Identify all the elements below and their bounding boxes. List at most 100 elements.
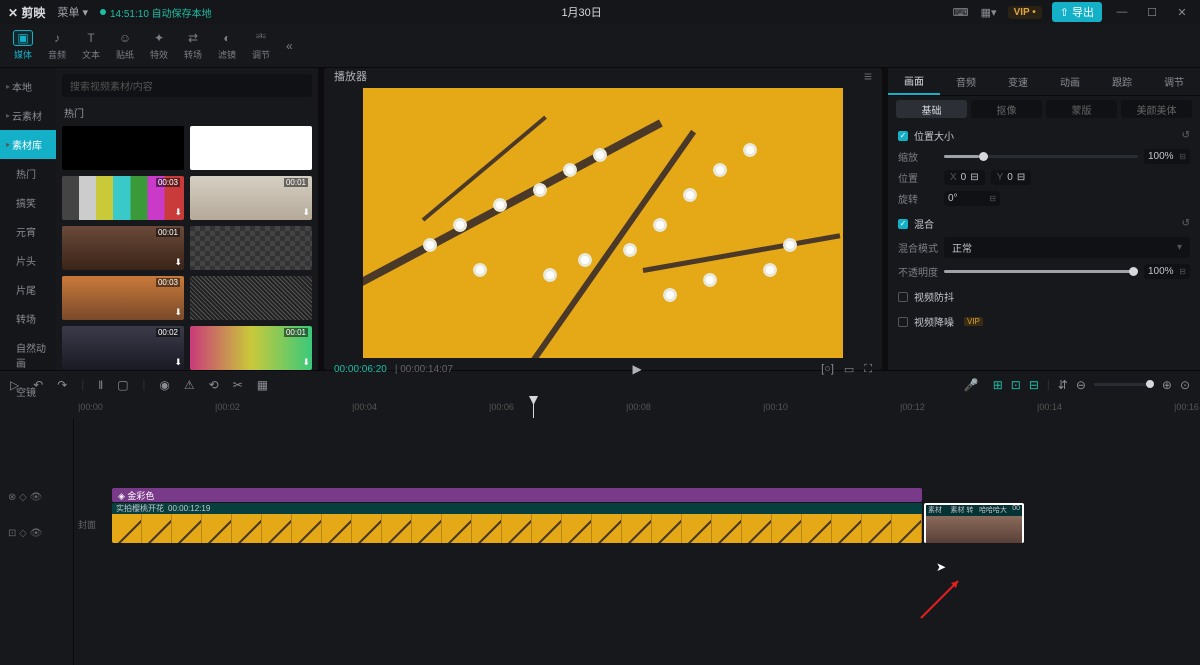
media-thumb-5[interactable] <box>190 226 312 270</box>
scale-slider[interactable] <box>944 155 1138 158</box>
ruler-mark: |00:16 <box>1174 402 1199 412</box>
video-clip-main[interactable]: 实拍樱桃开花00:00:12:19 <box>112 503 922 543</box>
export-button[interactable]: ⇧ 导出 <box>1052 2 1102 22</box>
top-tab-0[interactable]: ▣媒体 <box>6 26 40 65</box>
media-thumb-2[interactable]: 00:03⬇ <box>62 176 184 220</box>
split-tool[interactable]: ‖ <box>98 378 103 392</box>
sidebar-item-9[interactable]: 自然动画 <box>0 333 56 377</box>
sidebar-item-7[interactable]: 片尾 <box>0 275 56 304</box>
sidebar-item-8[interactable]: 转场 <box>0 304 56 333</box>
select-tool[interactable]: ▷ <box>10 378 19 392</box>
media-thumb-6[interactable]: 00:03⬇ <box>62 276 184 320</box>
zoom-fit[interactable]: ⊙ <box>1180 378 1190 392</box>
play-button[interactable]: ▶ <box>632 362 641 376</box>
inspector-subtab-3[interactable]: 美颜美体 <box>1121 100 1192 118</box>
opacity-label: 不透明度 <box>898 264 938 279</box>
inspector-tab-5[interactable]: 调节 <box>1148 68 1200 95</box>
top-tab-3[interactable]: ☺贴纸 <box>108 26 142 65</box>
undo-button[interactable]: ↶ <box>33 378 43 392</box>
crop-tool[interactable]: ✂ <box>233 378 243 392</box>
opacity-slider[interactable] <box>944 270 1138 273</box>
player-canvas[interactable] <box>363 88 843 358</box>
video-clip-selected[interactable]: 素材 转素材 转场哈哈哈大笑00 <box>924 503 1024 543</box>
timeline-ruler[interactable]: |00:00|00:02|00:04|00:06|00:08|00:10|00:… <box>0 398 1200 418</box>
top-tab-5[interactable]: ⇄转场 <box>176 26 210 65</box>
blend-reset-icon[interactable]: ↺ <box>1182 218 1190 229</box>
media-thumb-4[interactable]: 00:01⬇ <box>62 226 184 270</box>
top-tab-4[interactable]: ✦特效 <box>142 26 176 65</box>
media-thumb-1[interactable] <box>190 126 312 170</box>
menu-dropdown[interactable]: 菜单 ▾ <box>57 4 88 20</box>
sidebar-item-5[interactable]: 元宵 <box>0 217 56 246</box>
player-menu-icon[interactable]: ≡ <box>864 68 872 84</box>
track-toggle[interactable]: ⇵ <box>1058 378 1068 392</box>
inspector-tab-0[interactable]: 画面 <box>888 68 940 95</box>
filter-track-controls[interactable]: ⊗ ◇ 👁 <box>0 488 73 506</box>
media-thumb-0[interactable] <box>62 126 184 170</box>
search-input[interactable]: 搜索视频素材/内容 <box>62 74 312 97</box>
sidebar-item-2[interactable]: 素材库 <box>0 130 56 159</box>
ratio-icon[interactable]: [○] <box>821 363 834 376</box>
sidebar-item-1[interactable]: 云素材 <box>0 101 56 130</box>
sidebar-item-4[interactable]: 搞笑 <box>0 188 56 217</box>
pos-x-input[interactable]: X0⊟ <box>944 170 985 185</box>
top-tab-6[interactable]: ◐滤镜 <box>210 26 244 65</box>
sidebar-item-6[interactable]: 片头 <box>0 246 56 275</box>
media-thumb-7[interactable] <box>190 276 312 320</box>
pos-size-title: 位置大小 <box>914 128 954 143</box>
close-button[interactable]: ✕ <box>1172 6 1192 19</box>
inspector-tab-3[interactable]: 动画 <box>1044 68 1096 95</box>
player-panel: 播放器 ≡ 00:00:06:20 | 00:00:14:07 ▶ [○] <box>324 68 882 370</box>
redo-button[interactable]: ↷ <box>57 378 67 392</box>
autosave-status: 14:51:10 自动保存本地 <box>100 5 212 20</box>
minimize-button[interactable]: — <box>1112 6 1132 18</box>
zoom-out[interactable]: ⊖ <box>1076 378 1086 392</box>
denoise-checkbox[interactable] <box>898 317 908 327</box>
link-toggle[interactable]: ⊟ <box>1029 378 1039 392</box>
maximize-button[interactable]: ☐ <box>1142 6 1162 19</box>
rotate-value[interactable]: 0°⊟ <box>944 191 1000 206</box>
stabilize-checkbox[interactable] <box>898 292 908 302</box>
record-tool[interactable]: ◉ <box>159 378 169 392</box>
blend-mode-select[interactable]: 正常▾ <box>944 237 1190 258</box>
inspector-subtab-1[interactable]: 抠像 <box>971 100 1042 118</box>
vip-badge[interactable]: VIP • <box>1008 6 1042 19</box>
collapse-icon[interactable]: « <box>286 39 293 53</box>
media-thumb-9[interactable]: 00:01⬇ <box>190 326 312 370</box>
fullscreen-icon[interactable]: ⛶ <box>864 363 872 376</box>
ruler-mark: |00:06 <box>489 402 514 412</box>
zoom-slider[interactable] <box>1094 383 1154 386</box>
opacity-value[interactable]: 100%⊟ <box>1144 264 1190 279</box>
media-thumb-8[interactable]: 00:02⬇ <box>62 326 184 370</box>
layout-icon[interactable]: ▦▾ <box>980 6 998 19</box>
inspector-subtab-0[interactable]: 基础 <box>896 100 967 118</box>
inspector-tab-2[interactable]: 变速 <box>992 68 1044 95</box>
video-track-controls[interactable]: ⊡ ◇ 👁 <box>0 524 73 542</box>
delete-tool[interactable]: ▢ <box>117 378 128 392</box>
sidebar-item-3[interactable]: 热门 <box>0 159 56 188</box>
preview-toggle[interactable]: ⊡ <box>1011 378 1021 392</box>
category-label: 热门 <box>64 105 312 120</box>
top-tab-1[interactable]: ♪音频 <box>40 26 74 65</box>
reverse-tool[interactable]: ⟲ <box>209 378 219 392</box>
reset-icon[interactable]: ↺ <box>1182 130 1190 141</box>
blend-checkbox[interactable]: ✓ <box>898 219 908 229</box>
freeze-tool[interactable]: ⚠ <box>184 378 195 392</box>
snap-toggle[interactable]: ⊞ <box>993 378 1003 392</box>
media-thumb-3[interactable]: 00:01⬇ <box>190 176 312 220</box>
inspector-subtab-2[interactable]: 蒙版 <box>1046 100 1117 118</box>
mirror-tool[interactable]: ▦ <box>257 378 268 392</box>
inspector-tab-4[interactable]: 跟踪 <box>1096 68 1148 95</box>
scale-value[interactable]: 100%⊟ <box>1144 149 1190 164</box>
filter-clip[interactable]: ◈ 金彩色 <box>112 488 922 502</box>
pos-size-checkbox[interactable]: ✓ <box>898 131 908 141</box>
mic-icon[interactable]: 🎤 <box>964 378 979 392</box>
sidebar-item-0[interactable]: 本地 <box>0 72 56 101</box>
pos-y-input[interactable]: Y0⊟ <box>991 170 1032 185</box>
inspector-tab-1[interactable]: 音频 <box>940 68 992 95</box>
top-tab-7[interactable]: ⎃调节 <box>244 26 278 65</box>
zoom-in[interactable]: ⊕ <box>1162 378 1172 392</box>
resolution-icon[interactable]: ▭ <box>844 363 854 376</box>
shortcut-icon[interactable]: ⌨ <box>952 6 970 19</box>
top-tab-2[interactable]: T文本 <box>74 26 108 65</box>
